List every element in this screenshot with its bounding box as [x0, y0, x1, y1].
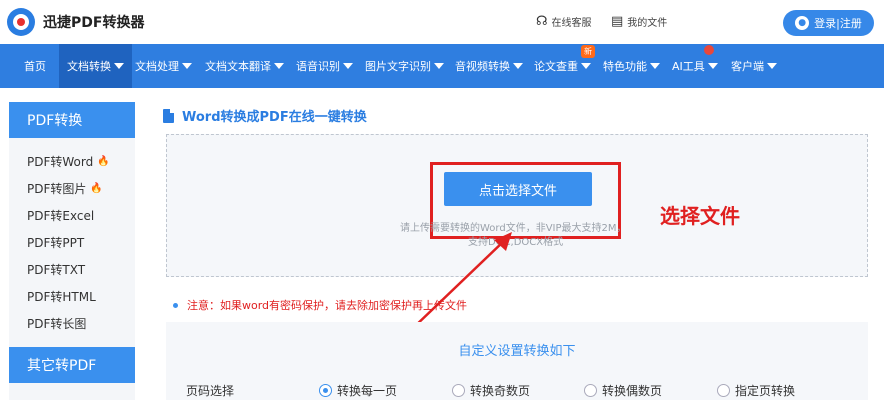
radio-specific-pages[interactable]: 指定页转换: [717, 382, 795, 399]
radio-even-pages[interactable]: 转换偶数页: [584, 382, 662, 399]
conversion-settings-panel: 自定义设置转换如下 页码选择 转换每一页 转换奇数页 转换偶数页 指定页转换: [166, 322, 868, 400]
settings-title: 自定义设置转换如下: [458, 344, 576, 359]
radio-label: 指定页转换: [735, 384, 796, 398]
radio-icon: [452, 384, 465, 397]
radio-icon: [717, 384, 730, 397]
radio-icon: [584, 384, 597, 397]
notice-text: 注意：如果word有密码保护，请去除加密保护再上传文件: [187, 299, 468, 312]
page-select-label: 页码选择: [186, 384, 235, 398]
bullet-icon: [173, 302, 178, 308]
radio-label: 转换每一页: [337, 384, 398, 398]
radio-label: 转换偶数页: [602, 384, 663, 398]
radio-icon: [319, 384, 332, 397]
radio-label: 转换奇数页: [470, 384, 531, 398]
radio-odd-pages[interactable]: 转换奇数页: [452, 382, 530, 399]
password-notice: 注意：如果word有密码保护，请去除加密保护再上传文件: [173, 297, 467, 313]
radio-every-page[interactable]: 转换每一页: [319, 382, 397, 399]
